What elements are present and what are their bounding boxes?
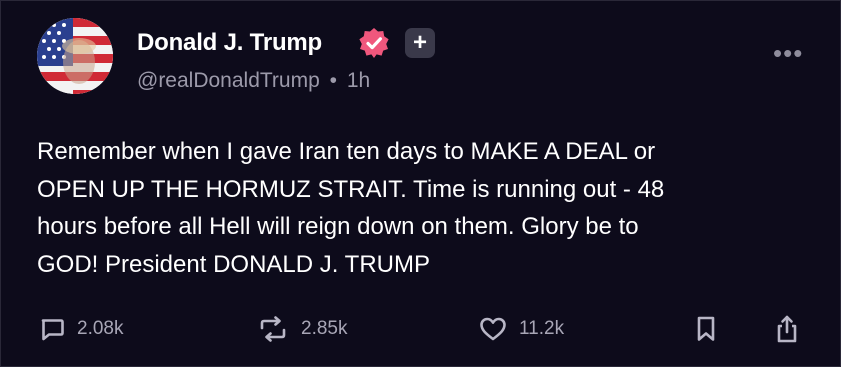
reply-icon [39,316,65,342]
post-card: Donald J. Trump + @realDonaldTrump • 1h … [0,0,841,367]
more-options-icon[interactable]: ••• [773,40,803,66]
post-text: Remember when I gave Iran ten days to MA… [37,133,827,283]
like-count: 11.2k [519,318,565,339]
share-icon [774,314,800,344]
verified-badge-icon [358,27,390,59]
post-text-line: GOD! President DONALD J. TRUMP [37,250,430,278]
post-text-line: OPEN UP THE HORMUZ STRAIT. Time is runni… [37,175,665,203]
avatar[interactable] [37,18,113,94]
reply-button[interactable]: 2.08k [39,313,123,345]
repost-count: 2.85k [301,318,348,339]
reply-count: 2.08k [77,318,124,339]
like-button[interactable]: 11.2k [479,313,564,345]
post-text-line: hours before all Hell will reign down on… [37,213,639,240]
plus-badge: + [405,28,435,58]
author-name[interactable]: Donald J. Trump [137,29,322,57]
author-handle-line: @realDonaldTrump • 1h [137,68,370,94]
bookmark-button[interactable] [695,313,717,345]
bookmark-icon [695,315,717,343]
repost-button[interactable]: 2.85k [257,313,347,345]
author-handle[interactable]: @realDonaldTrump [137,69,320,92]
share-button[interactable] [774,313,800,345]
american-flag-portrait-icon [37,18,113,94]
separator-dot: • [329,69,337,92]
repost-icon [257,316,289,342]
post-text-line: Remember when I gave Iran ten days to MA… [37,138,656,165]
heart-icon [479,316,507,342]
post-timestamp[interactable]: 1h [347,69,370,92]
